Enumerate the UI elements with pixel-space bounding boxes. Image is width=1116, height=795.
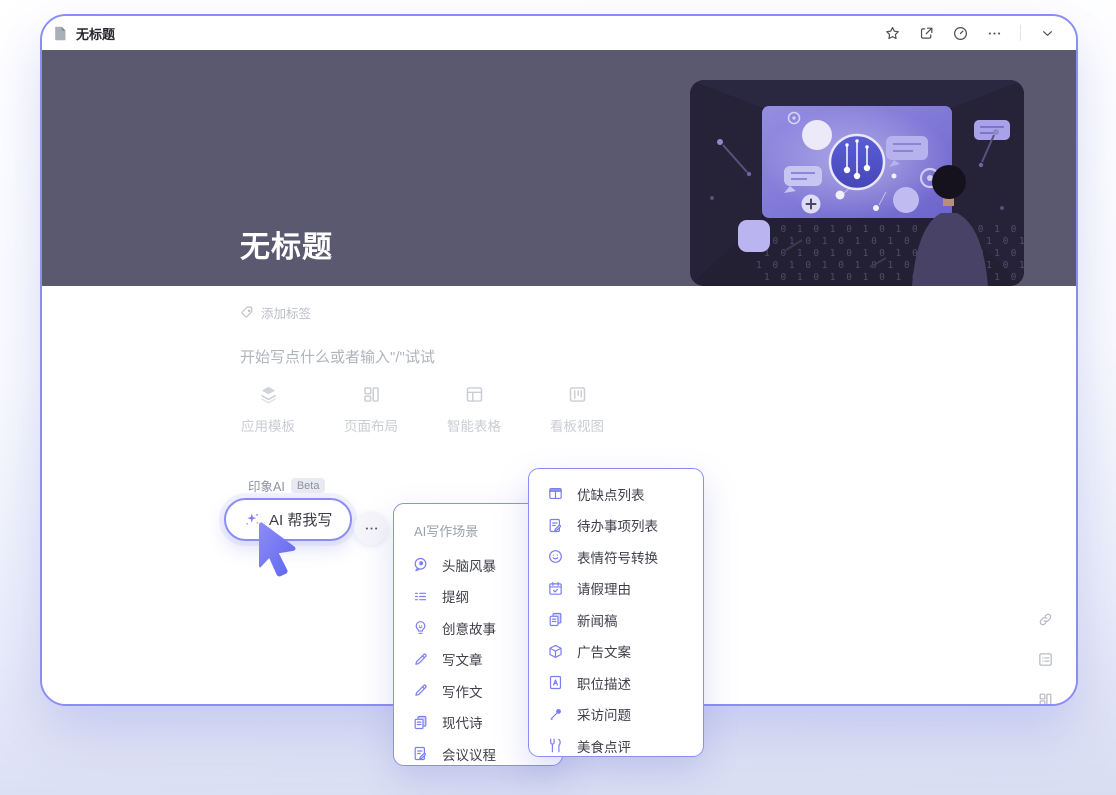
menu-item-label: 新闻稿 xyxy=(577,610,618,630)
menu-item-label: 职位描述 xyxy=(577,673,631,693)
menu-item-label: 待办事项列表 xyxy=(577,515,658,535)
ai-more-button[interactable] xyxy=(354,511,388,545)
menu-item-label: 头脑风暴 xyxy=(442,555,496,575)
todo-list-icon xyxy=(547,517,564,534)
rail-copy-link-button[interactable] xyxy=(1036,611,1054,629)
ai-illustration: 1 0 1 0 1 0 1 0 1 0 1 0 1 0 1 0 1 0 1 0 … xyxy=(690,80,1024,286)
topbar-share-button[interactable] xyxy=(911,20,941,46)
ai-write-label: AI 帮我写 xyxy=(269,509,332,530)
scene-food-review[interactable]: 美食点评 xyxy=(529,730,703,762)
ai-sparkle-icon xyxy=(244,511,261,528)
rail-outline-button[interactable] xyxy=(1036,651,1054,669)
interview-questions-icon xyxy=(547,706,564,723)
doc-title: 无标题 xyxy=(76,24,115,43)
template-app-template[interactable]: 应用模板 xyxy=(240,384,296,435)
right-rail xyxy=(1036,611,1054,706)
star-icon xyxy=(884,25,901,42)
scene-press-release[interactable]: 新闻稿 xyxy=(529,604,703,636)
ai-brand-row: 印象AI Beta xyxy=(248,476,325,495)
smart-table-icon xyxy=(464,384,485,405)
template-smart-table[interactable]: 智能表格 xyxy=(446,384,502,435)
svg-text:1 0 1 0 1 0 1 0 1 0 1 0 1 0 1: 1 0 1 0 1 0 1 0 1 0 1 0 1 0 1 0 1 0 1 0 … xyxy=(764,248,1024,259)
template-row: 应用模板 页面布局 智能表格 看板视图 xyxy=(240,384,605,435)
write-essay-icon xyxy=(412,682,429,699)
scene-interview-questions[interactable]: 采访问题 xyxy=(529,699,703,731)
menu-item-label: 广告文案 xyxy=(577,641,631,661)
menu-item-label: 写文章 xyxy=(442,649,483,669)
leave-excuse-icon xyxy=(547,580,564,597)
ai-brand-label: 印象AI xyxy=(248,476,285,495)
menu-item-label: 美食点评 xyxy=(577,736,631,756)
scene-emoji-convert[interactable]: 表情符号转换 xyxy=(529,541,703,573)
add-tag-label: 添加标签 xyxy=(261,303,311,322)
board-view-icon xyxy=(567,384,588,405)
job-description-icon xyxy=(547,674,564,691)
editor-placeholder[interactable]: 开始写点什么或者输入"/"试试 xyxy=(240,346,435,367)
topbar-favorite-button[interactable] xyxy=(877,20,907,46)
ai-write-button[interactable]: AI 帮我写 xyxy=(224,498,352,541)
menu-item-label: 会议议程 xyxy=(442,744,496,764)
outline-panel-icon xyxy=(1037,651,1054,668)
scene-todo-list[interactable]: 待办事项列表 xyxy=(529,510,703,542)
add-tag-button[interactable]: 添加标签 xyxy=(240,303,311,322)
template-label: 智能表格 xyxy=(447,415,501,435)
menu-item-label: 请假理由 xyxy=(577,578,631,598)
page: 无标题 无标题 xyxy=(0,0,1116,795)
topbar-actions xyxy=(877,20,1062,46)
blocks-panel-icon xyxy=(1037,691,1054,706)
topbar-divider xyxy=(1020,25,1021,41)
note-header-banner: 无标题 xyxy=(42,50,1076,286)
share-icon xyxy=(918,25,935,42)
meeting-agenda-icon xyxy=(412,745,429,762)
doc-page-icon xyxy=(52,25,69,42)
scene-job-description[interactable]: 职位描述 xyxy=(529,667,703,699)
window-topbar: 无标题 xyxy=(42,16,1076,50)
template-label: 应用模板 xyxy=(241,415,295,435)
menu-item-label: 提纲 xyxy=(442,586,469,606)
template-label: 页面布局 xyxy=(344,415,398,435)
beta-badge: Beta xyxy=(291,478,326,493)
more-dots-icon xyxy=(986,25,1003,42)
brainstorm-icon xyxy=(412,556,429,573)
creative-story-icon xyxy=(412,619,429,636)
page-layout-icon xyxy=(361,384,382,405)
scene-ad-copy[interactable]: 广告文案 xyxy=(529,636,703,668)
emoji-convert-icon xyxy=(547,548,564,565)
rail-blocks-button[interactable] xyxy=(1036,691,1054,706)
note-title[interactable]: 无标题 xyxy=(240,222,333,266)
ai-more-scenes-menu: 优缺点列表待办事项列表表情符号转换请假理由新闻稿广告文案职位描述采访问题美食点评 xyxy=(528,468,704,757)
ai-more-scenes-menu-items: 优缺点列表待办事项列表表情符号转换请假理由新闻稿广告文案职位描述采访问题美食点评 xyxy=(529,478,703,762)
press-release-icon xyxy=(547,611,564,628)
template-board-view[interactable]: 看板视图 xyxy=(549,384,605,435)
menu-item-label: 优缺点列表 xyxy=(577,484,645,504)
menu-item-label: 采访问题 xyxy=(577,704,631,724)
modern-poem-icon xyxy=(412,714,429,731)
chevron-down-icon xyxy=(1039,25,1056,42)
recent-icon xyxy=(952,25,969,42)
app-template-icon xyxy=(258,384,279,405)
doc-title-group: 无标题 xyxy=(52,24,115,43)
food-review-icon xyxy=(547,737,564,754)
pros-cons-icon xyxy=(547,485,564,502)
write-article-icon xyxy=(412,651,429,668)
svg-text:1 0 1 0 1 0 1 0 1 0 1 0 1 0 1: 1 0 1 0 1 0 1 0 1 0 1 0 1 0 1 0 1 0 1 0 … xyxy=(756,236,1024,247)
ad-copy-icon xyxy=(547,643,564,660)
topbar-more-button[interactable] xyxy=(979,20,1009,46)
menu-item-label: 写作文 xyxy=(442,681,483,701)
svg-text:1 0 1 0 1 0 1 0 1 0 1 0 1 0 1: 1 0 1 0 1 0 1 0 1 0 1 0 1 0 1 0 1 0 1 0 … xyxy=(764,224,1024,235)
outline-list-icon xyxy=(412,588,429,605)
menu-item-label: 现代诗 xyxy=(442,712,483,732)
tag-icon xyxy=(240,305,255,320)
template-label: 看板视图 xyxy=(550,415,604,435)
scene-leave-excuse[interactable]: 请假理由 xyxy=(529,573,703,605)
ellipsis-icon xyxy=(363,520,380,537)
template-page-layout[interactable]: 页面布局 xyxy=(343,384,399,435)
menu-item-label: 创意故事 xyxy=(442,618,496,638)
topbar-collapse-button[interactable] xyxy=(1032,20,1062,46)
scene-pros-cons[interactable]: 优缺点列表 xyxy=(529,478,703,510)
menu-item-label: 表情符号转换 xyxy=(577,547,658,567)
topbar-history-button[interactable] xyxy=(945,20,975,46)
link-icon xyxy=(1037,611,1054,628)
